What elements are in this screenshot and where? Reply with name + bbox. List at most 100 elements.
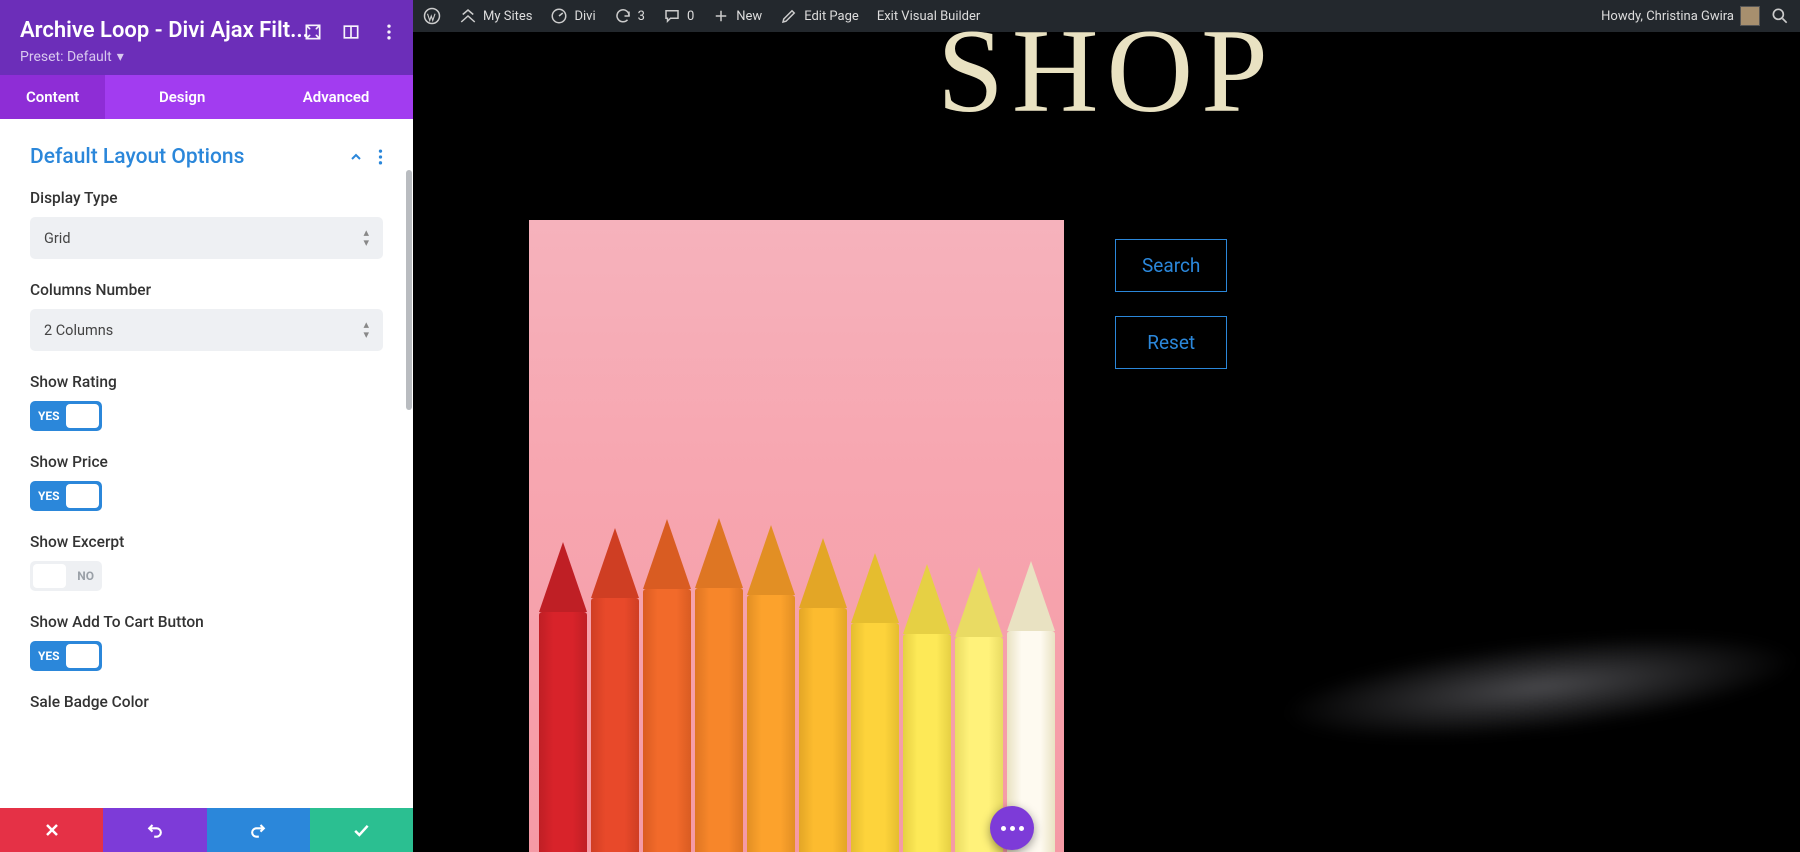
product-image[interactable] bbox=[529, 220, 1064, 852]
caret-down-icon: ▾ bbox=[117, 49, 124, 65]
save-button[interactable] bbox=[310, 808, 413, 852]
field-columns-number: Columns Number 2 Columns ▴▾ bbox=[0, 275, 413, 367]
toggle-knob bbox=[66, 404, 99, 428]
panel-body: Default Layout Options Display Type Grid… bbox=[0, 119, 413, 808]
toggle-knob bbox=[66, 484, 99, 508]
pencil-graphic bbox=[903, 564, 951, 852]
section-title: Default Layout Options bbox=[30, 145, 244, 169]
comments-count: 0 bbox=[687, 9, 694, 24]
show-excerpt-toggle[interactable]: NO bbox=[30, 561, 102, 591]
pencil-graphic bbox=[747, 525, 795, 852]
field-show-rating: Show Rating YES bbox=[0, 367, 413, 447]
pencil-graphic bbox=[799, 538, 847, 852]
toggle-knob bbox=[66, 644, 99, 668]
panel-footer bbox=[0, 808, 413, 852]
toggle-yes-label: YES bbox=[38, 649, 60, 663]
background-streak bbox=[1277, 615, 1800, 759]
field-show-price: Show Price YES bbox=[0, 447, 413, 527]
tab-content[interactable]: Content bbox=[0, 75, 105, 119]
scrollbar-thumb[interactable] bbox=[406, 170, 412, 410]
tab-advanced[interactable]: Advanced bbox=[259, 75, 413, 119]
pencil-graphic bbox=[539, 542, 587, 852]
field-sale-badge-color: Sale Badge Color bbox=[0, 687, 413, 737]
toggle-yes-label: YES bbox=[38, 489, 60, 503]
wp-logo[interactable] bbox=[423, 7, 441, 25]
page-heading: SHOP bbox=[937, 2, 1276, 140]
toggle-yes-label: YES bbox=[38, 409, 60, 423]
gauge-icon bbox=[550, 7, 568, 25]
pencil-graphic bbox=[851, 553, 899, 852]
howdy-label: Howdy, Christina Gwira bbox=[1601, 9, 1734, 24]
comments-link[interactable]: 0 bbox=[663, 7, 694, 25]
plus-icon bbox=[712, 7, 730, 25]
show-price-toggle[interactable]: YES bbox=[30, 481, 102, 511]
undo-button[interactable] bbox=[103, 808, 206, 852]
show-price-label: Show Price bbox=[30, 453, 383, 471]
search-icon[interactable] bbox=[1770, 6, 1790, 26]
pencil-graphic bbox=[643, 519, 691, 852]
panel-header-actions bbox=[303, 22, 399, 42]
page-stage[interactable]: SHOP Search Reset bbox=[413, 32, 1800, 852]
my-sites-label: My Sites bbox=[483, 9, 532, 24]
preset-selector[interactable]: Preset: Default ▾ bbox=[20, 49, 393, 65]
field-show-add-to-cart: Show Add To Cart Button YES bbox=[0, 607, 413, 687]
redo-button[interactable] bbox=[207, 808, 310, 852]
field-show-excerpt: Show Excerpt NO bbox=[0, 527, 413, 607]
show-excerpt-label: Show Excerpt bbox=[30, 533, 383, 551]
preview-area: My Sites Divi 3 0 New Edit Page Exit Vis… bbox=[413, 0, 1800, 852]
edit-page-link[interactable]: Edit Page bbox=[780, 7, 859, 25]
section-header[interactable]: Default Layout Options bbox=[0, 137, 413, 183]
display-type-value: Grid bbox=[44, 230, 71, 247]
columns-number-label: Columns Number bbox=[30, 281, 383, 299]
reset-button[interactable]: Reset bbox=[1115, 316, 1227, 369]
pencil-icon bbox=[780, 7, 798, 25]
toggle-no-label: NO bbox=[77, 569, 94, 583]
undo-icon bbox=[145, 820, 165, 840]
select-caret-icon: ▴▾ bbox=[363, 228, 369, 248]
updates-link[interactable]: 3 bbox=[614, 7, 645, 25]
chevron-up-icon[interactable] bbox=[348, 149, 364, 165]
site-link[interactable]: Divi bbox=[550, 7, 595, 25]
select-caret-icon: ▴▾ bbox=[363, 320, 369, 340]
sale-badge-color-label: Sale Badge Color bbox=[30, 693, 383, 711]
settings-panel: Archive Loop - Divi Ajax Filt... Preset:… bbox=[0, 0, 413, 852]
comment-icon bbox=[663, 7, 681, 25]
refresh-icon bbox=[614, 7, 632, 25]
tab-design[interactable]: Design bbox=[105, 75, 259, 119]
show-rating-toggle[interactable]: YES bbox=[30, 401, 102, 431]
expand-icon[interactable] bbox=[303, 22, 323, 42]
search-button[interactable]: Search bbox=[1115, 239, 1227, 292]
updates-count: 3 bbox=[638, 9, 645, 24]
show-add-to-cart-label: Show Add To Cart Button bbox=[30, 613, 383, 631]
toggle-knob bbox=[33, 564, 66, 588]
howdy-link[interactable]: Howdy, Christina Gwira bbox=[1601, 6, 1760, 26]
show-rating-label: Show Rating bbox=[30, 373, 383, 391]
columns-icon[interactable] bbox=[341, 22, 361, 42]
element-actions-fab[interactable] bbox=[990, 806, 1034, 850]
check-icon bbox=[351, 820, 371, 840]
my-sites-link[interactable]: My Sites bbox=[459, 7, 532, 25]
filter-buttons: Search Reset bbox=[1115, 239, 1227, 369]
field-display-type: Display Type Grid ▴▾ bbox=[0, 183, 413, 275]
pencil-graphic bbox=[591, 528, 639, 852]
pencil-graphic bbox=[955, 567, 1003, 852]
more-vertical-icon[interactable] bbox=[379, 22, 399, 42]
new-label: New bbox=[736, 9, 762, 24]
sites-icon bbox=[459, 7, 477, 25]
edit-page-label: Edit Page bbox=[804, 9, 859, 24]
show-add-to-cart-toggle[interactable]: YES bbox=[30, 641, 102, 671]
new-link[interactable]: New bbox=[712, 7, 762, 25]
wordpress-icon bbox=[423, 7, 441, 25]
pencil-graphic bbox=[695, 518, 743, 852]
close-icon bbox=[42, 820, 62, 840]
display-type-label: Display Type bbox=[30, 189, 383, 207]
preset-label: Preset: Default bbox=[20, 49, 112, 65]
avatar bbox=[1740, 6, 1760, 26]
cancel-button[interactable] bbox=[0, 808, 103, 852]
section-more-icon[interactable] bbox=[378, 148, 383, 166]
panel-header: Archive Loop - Divi Ajax Filt... Preset:… bbox=[0, 0, 413, 75]
columns-number-value: 2 Columns bbox=[44, 322, 113, 339]
columns-number-select[interactable]: 2 Columns ▴▾ bbox=[30, 309, 383, 351]
display-type-select[interactable]: Grid ▴▾ bbox=[30, 217, 383, 259]
panel-tabs: Content Design Advanced bbox=[0, 75, 413, 119]
